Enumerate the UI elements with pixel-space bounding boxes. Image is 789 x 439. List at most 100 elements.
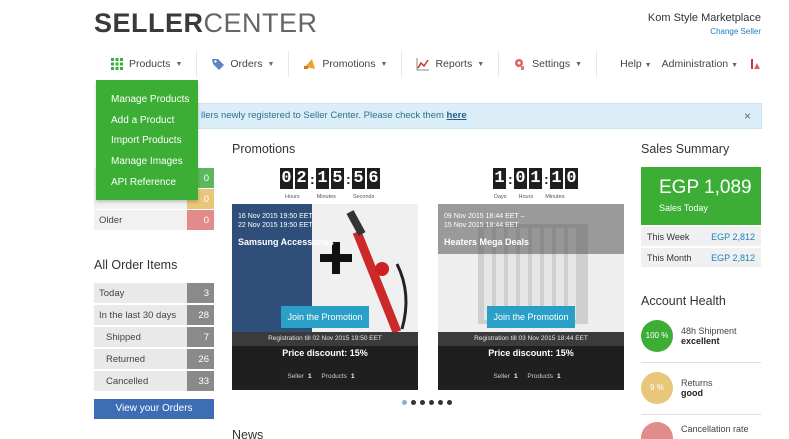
sales-today-amount: EGP 1,089 <box>659 177 752 198</box>
health-text: Returns good <box>681 378 713 398</box>
price-discount: Price discount: 15% <box>488 348 574 358</box>
timer-label: Minutes <box>316 194 336 200</box>
menu-item-add-product[interactable]: Add a Product <box>111 115 198 136</box>
chevron-down-icon: ▼ <box>731 62 738 69</box>
row-value[interactable]: EGP 2,812 <box>711 253 755 263</box>
carousel-dot[interactable] <box>447 400 452 405</box>
nav-right: Help ▼ Administration ▼ <box>620 57 762 71</box>
promotion-dates: 16 Nov 2015 19:50 EET – 22 Nov 2015 19:5… <box>238 212 318 230</box>
timer-label: Days <box>494 194 507 200</box>
order-row-today[interactable]: Today 3 <box>94 283 214 303</box>
nav-settings[interactable]: Settings ▼ <box>499 51 598 77</box>
seller-center-logo[interactable]: SELLERCENTER <box>94 8 318 39</box>
nav-products-label: Products <box>129 58 171 70</box>
menu-item-api-reference[interactable]: API Reference <box>111 177 198 198</box>
nav-products[interactable]: Products ▼ <box>94 51 198 77</box>
countdown-timer-2: 1 : 0 1 : 1 0 <box>493 168 578 189</box>
seller-count: 1 <box>513 373 518 380</box>
row-label: Returned <box>94 349 187 369</box>
promotion-dates: 09 Nov 2015 18:44 EET – 15 Nov 2015 18:4… <box>444 212 524 230</box>
nav-promotions[interactable]: Promotions ▼ <box>289 51 403 77</box>
administration-menu[interactable]: Administration ▼ <box>662 58 738 70</box>
registration-deadline: Registration till 02 Nov 2015 19:50 EET <box>232 332 418 346</box>
sales-today-box: EGP 1,089 Sales Today <box>641 167 761 225</box>
health-label: Cancellation rate <box>681 424 749 434</box>
row-count: 26 <box>187 349 214 369</box>
carousel-dot[interactable] <box>438 400 443 405</box>
settings-icon <box>515 59 525 70</box>
products-count: 1 <box>351 373 355 380</box>
row-label: Older <box>94 210 187 230</box>
alert-here-link[interactable]: here <box>447 110 467 121</box>
health-label: 48h Shipment <box>681 326 737 336</box>
chevron-down-icon: ▼ <box>380 60 388 68</box>
promotion-stats: Seller 1 Products 1 <box>438 373 624 380</box>
timer-label: Minutes <box>545 194 565 200</box>
order-row-shipped[interactable]: Shipped 7 <box>94 327 214 347</box>
carousel-dot[interactable] <box>411 400 416 405</box>
timer-separator: : <box>544 170 549 187</box>
sales-row-this-month: This Month EGP 2,812 <box>641 248 761 268</box>
order-row-last-30-days[interactable]: In the last 30 days 28 <box>94 305 214 325</box>
health-score-circle <box>641 422 673 439</box>
carousel-dot[interactable] <box>402 400 407 405</box>
timer-digit: 0 <box>514 168 527 189</box>
health-score-circle: 9 % <box>641 372 673 404</box>
timer-1-labels: Hours Minutes Seconds <box>285 194 374 200</box>
join-promotion-button[interactable]: Join the Promotion <box>487 306 575 328</box>
products-count: 1 <box>557 373 561 380</box>
chevron-down-icon: ▼ <box>477 60 485 68</box>
timer-digit: 6 <box>367 168 380 189</box>
chevron-down-icon: ▼ <box>267 60 275 68</box>
promotion-card[interactable]: 09 Nov 2015 18:44 EET – 15 Nov 2015 18:4… <box>438 204 624 390</box>
store-name: Kom Style Marketplace <box>647 12 761 24</box>
list-item-older[interactable]: Older 0 <box>94 210 214 230</box>
order-row-cancelled[interactable]: Cancelled 33 <box>94 371 214 391</box>
seller-center-page: SELLERCENTER Kom Style Marketplace Chang… <box>0 0 789 439</box>
timer-separator: : <box>310 170 315 187</box>
health-item-cancellation: Cancellation rate <box>641 422 749 439</box>
carousel-dot[interactable] <box>429 400 434 405</box>
nav-settings-label: Settings <box>532 58 571 70</box>
nav-orders[interactable]: Orders ▼ <box>197 51 290 77</box>
row-value[interactable]: EGP 2,812 <box>711 232 755 242</box>
divider <box>641 362 761 363</box>
tag-icon <box>212 59 225 70</box>
change-seller-link[interactable]: Change Seller <box>648 27 761 36</box>
timer-digit: 1 <box>529 168 542 189</box>
timer-digit: 1 <box>493 168 506 189</box>
seller-label: Seller <box>493 373 510 380</box>
chevron-down-icon: ▼ <box>575 60 583 68</box>
close-icon[interactable]: × <box>744 109 751 123</box>
menu-item-manage-products[interactable]: Manage Products <box>111 94 198 115</box>
view-orders-button[interactable]: View your Orders <box>94 399 214 419</box>
row-count: 28 <box>187 305 214 325</box>
sales-summary-title: Sales Summary <box>641 142 730 156</box>
promotion-title: Heaters Mega Deals <box>444 237 530 247</box>
products-label: Products <box>321 373 348 380</box>
timer-digit: 0 <box>565 168 578 189</box>
menu-item-manage-images[interactable]: Manage Images <box>111 156 198 177</box>
help-menu[interactable]: Help ▼ <box>620 58 651 70</box>
promotion-title: Samsung Accessories <box>238 237 334 247</box>
products-dropdown-menu: Manage Products Add a Product Import Pro… <box>96 80 198 200</box>
nav-orders-label: Orders <box>230 58 263 70</box>
nav-reports[interactable]: Reports ▼ <box>402 51 500 77</box>
row-label: In the last 30 days <box>94 305 187 325</box>
date-start: 16 Nov 2015 19:50 EET – <box>238 213 319 220</box>
row-count: 33 <box>187 371 214 391</box>
timer-separator: : <box>346 170 351 187</box>
divider <box>641 414 761 415</box>
nav-reports-label: Reports <box>435 58 473 70</box>
join-promotion-button[interactable]: Join the Promotion <box>281 306 369 328</box>
user-settings-icon[interactable] <box>748 57 762 71</box>
timer-2-labels: Days Hours Minutes <box>494 194 564 200</box>
promotions-title: Promotions <box>232 142 296 156</box>
news-title: News <box>232 428 264 439</box>
timer-digit: 2 <box>295 168 308 189</box>
carousel-dot[interactable] <box>420 400 425 405</box>
promotion-card[interactable]: 16 Nov 2015 19:50 EET – 22 Nov 2015 19:5… <box>232 204 418 390</box>
health-status: good <box>681 388 703 398</box>
order-row-returned[interactable]: Returned 26 <box>94 349 214 369</box>
menu-item-import-products[interactable]: Import Products <box>111 135 198 156</box>
